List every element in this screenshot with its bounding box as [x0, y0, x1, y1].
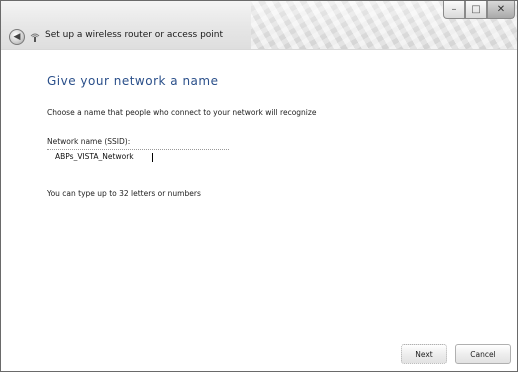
- next-button[interactable]: Next: [401, 344, 447, 364]
- instruction-text: Choose a name that people who connect to…: [47, 108, 317, 117]
- page-title: Give your network a name: [47, 74, 219, 88]
- maximize-button[interactable]: □: [465, 1, 487, 19]
- ssid-input[interactable]: [47, 149, 229, 163]
- text-cursor: [152, 153, 153, 162]
- title-bar: – □ ✕ ◀ Set up a wireless router or acce…: [1, 1, 517, 50]
- wizard-content: Give your network a name Choose a name t…: [1, 50, 517, 340]
- wizard-footer: Next Cancel: [1, 340, 517, 371]
- ssid-hint: You can type up to 32 letters or numbers: [47, 189, 201, 198]
- wizard-window: – □ ✕ ◀ Set up a wireless router or acce…: [0, 0, 518, 372]
- back-arrow-icon: ◀: [13, 32, 21, 42]
- ssid-label: Network name (SSID):: [47, 137, 131, 146]
- wireless-network-icon: [29, 31, 41, 43]
- caption-buttons: – □ ✕: [443, 1, 515, 21]
- minimize-button[interactable]: –: [443, 1, 465, 19]
- back-button[interactable]: ◀: [9, 29, 25, 45]
- cancel-button[interactable]: Cancel: [455, 344, 511, 364]
- close-button[interactable]: ✕: [487, 1, 515, 19]
- wizard-title: Set up a wireless router or access point: [45, 30, 224, 40]
